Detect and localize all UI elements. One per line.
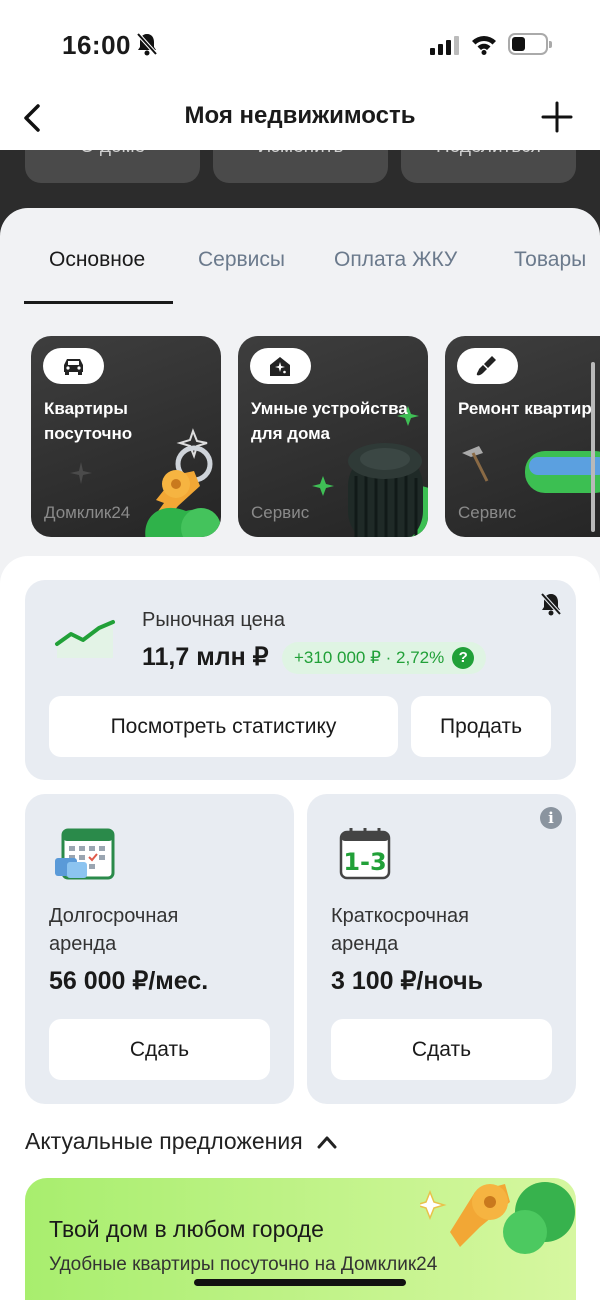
bell-off-icon	[136, 32, 158, 56]
rent-price: 56 000 ₽/мес.	[49, 967, 209, 995]
price-change-value: +310 000 ₽ · 2,72%	[294, 648, 445, 667]
add-icon[interactable]	[540, 100, 574, 134]
calendar-days-text: 1-3	[343, 848, 386, 876]
service-card-smart-devices[interactable]: Умные устройства для дома Сервис	[238, 336, 428, 537]
tab-services[interactable]: Сервисы	[198, 248, 285, 272]
promo-subtitle: Удобные квартиры посуточно на Домклик24	[49, 1254, 438, 1275]
calendar-icon	[55, 828, 115, 880]
battery-icon	[508, 33, 552, 55]
about-house-button[interactable]: О доме	[25, 150, 200, 183]
service-title-line: посуточно	[44, 424, 133, 443]
market-price-value: 11,7 млн ₽	[142, 643, 269, 671]
service-icon-badge	[457, 348, 518, 384]
price-change-badge: +310 000 ₽ · 2,72% ?	[282, 642, 487, 674]
key-illustration	[420, 1182, 575, 1254]
calendar-days-icon: 1-3	[339, 828, 391, 880]
tools-illustration	[462, 446, 600, 493]
short-term-rent-card: i 1-3 Краткосрочная аренда 3 100 ₽/ночь …	[307, 794, 576, 1104]
info-icon[interactable]: i	[540, 807, 562, 829]
service-title: Умные устройства для дома	[251, 396, 408, 446]
sparkle-icon	[70, 462, 92, 484]
active-tab-indicator	[24, 301, 173, 304]
service-title: Ремонт квартир	[458, 396, 592, 421]
share-button[interactable]: Поделиться	[401, 150, 576, 183]
service-footer: Сервис	[251, 503, 310, 522]
status-time: 16:00	[62, 30, 131, 60]
services-sheet: Основное Сервисы Оплата ЖКУ Товары Кварт…	[0, 208, 600, 608]
service-icon-badge	[250, 348, 311, 384]
signal-icon	[430, 36, 459, 55]
chevron-up-icon[interactable]	[317, 1135, 337, 1149]
car-icon	[64, 359, 83, 375]
rent-label-line: Долгосрочная	[49, 905, 179, 927]
property-sheet: Рыночная цена 11,7 млн ₽ +310 000 ₽ · 2,…	[0, 556, 600, 1300]
rent-price: 3 100 ₽/ночь	[331, 967, 483, 995]
rent-label-line: аренда	[49, 933, 117, 955]
tab-bar: Основное Сервисы Оплата ЖКУ Товары	[0, 208, 600, 308]
service-title: Квартиры посуточно	[44, 396, 132, 446]
status-bar: 16:00	[0, 0, 600, 90]
page-title: Моя недвижимость	[184, 102, 416, 129]
market-price-card: Рыночная цена 11,7 млн ₽ +310 000 ₽ · 2,…	[25, 580, 576, 780]
nav-bar: Моя недвижимость	[0, 90, 600, 150]
tab-utilities[interactable]: Оплата ЖКУ	[334, 248, 457, 272]
service-title-line: для дома	[251, 424, 330, 443]
scroll-indicator	[591, 362, 595, 532]
service-card-daily-rent[interactable]: Квартиры посуточно Домклик24	[31, 336, 221, 537]
service-title-line: Квартиры	[44, 399, 128, 418]
tab-main[interactable]: Основное	[49, 248, 145, 272]
service-card-renovation[interactable]: Ремонт квартир Сервис	[445, 336, 600, 537]
growth-chart-icon	[55, 620, 115, 658]
market-price-label: Рыночная цена	[142, 609, 285, 631]
help-icon[interactable]: ?	[452, 647, 475, 669]
rent-out-short-button[interactable]: Сдать	[331, 1019, 552, 1080]
rent-out-long-button[interactable]: Сдать	[49, 1019, 270, 1080]
edit-button[interactable]: Изменить	[213, 150, 388, 183]
service-title-line: Умные устройства	[251, 399, 408, 418]
service-footer: Сервис	[458, 503, 517, 522]
tab-goods[interactable]: Товары	[514, 248, 586, 272]
view-stats-button[interactable]: Посмотреть статистику	[49, 696, 398, 757]
rent-label-line: Краткосрочная	[331, 905, 469, 927]
wifi-icon	[472, 36, 496, 55]
offers-section-header[interactable]: Актуальные предложения	[25, 1128, 337, 1155]
rent-type-label: Краткосрочная аренда	[331, 902, 469, 958]
service-footer: Домклик24	[44, 503, 131, 522]
service-icon-badge	[43, 348, 104, 384]
service-title-line: Ремонт квартир	[458, 399, 592, 418]
home-indicator[interactable]	[194, 1279, 406, 1286]
smart-home-icon	[270, 357, 290, 376]
long-term-rent-card: Долгосрочная аренда 56 000 ₽/мес. Сдать	[25, 794, 294, 1104]
rent-label-line: аренда	[331, 933, 399, 955]
brush-icon	[476, 356, 496, 376]
section-title: Актуальные предложения	[25, 1128, 303, 1154]
sell-button[interactable]: Продать	[411, 696, 551, 757]
bell-off-icon[interactable]	[540, 592, 562, 616]
promo-title: Твой дом в любом городе	[49, 1216, 324, 1242]
rent-type-label: Долгосрочная аренда	[49, 902, 178, 958]
